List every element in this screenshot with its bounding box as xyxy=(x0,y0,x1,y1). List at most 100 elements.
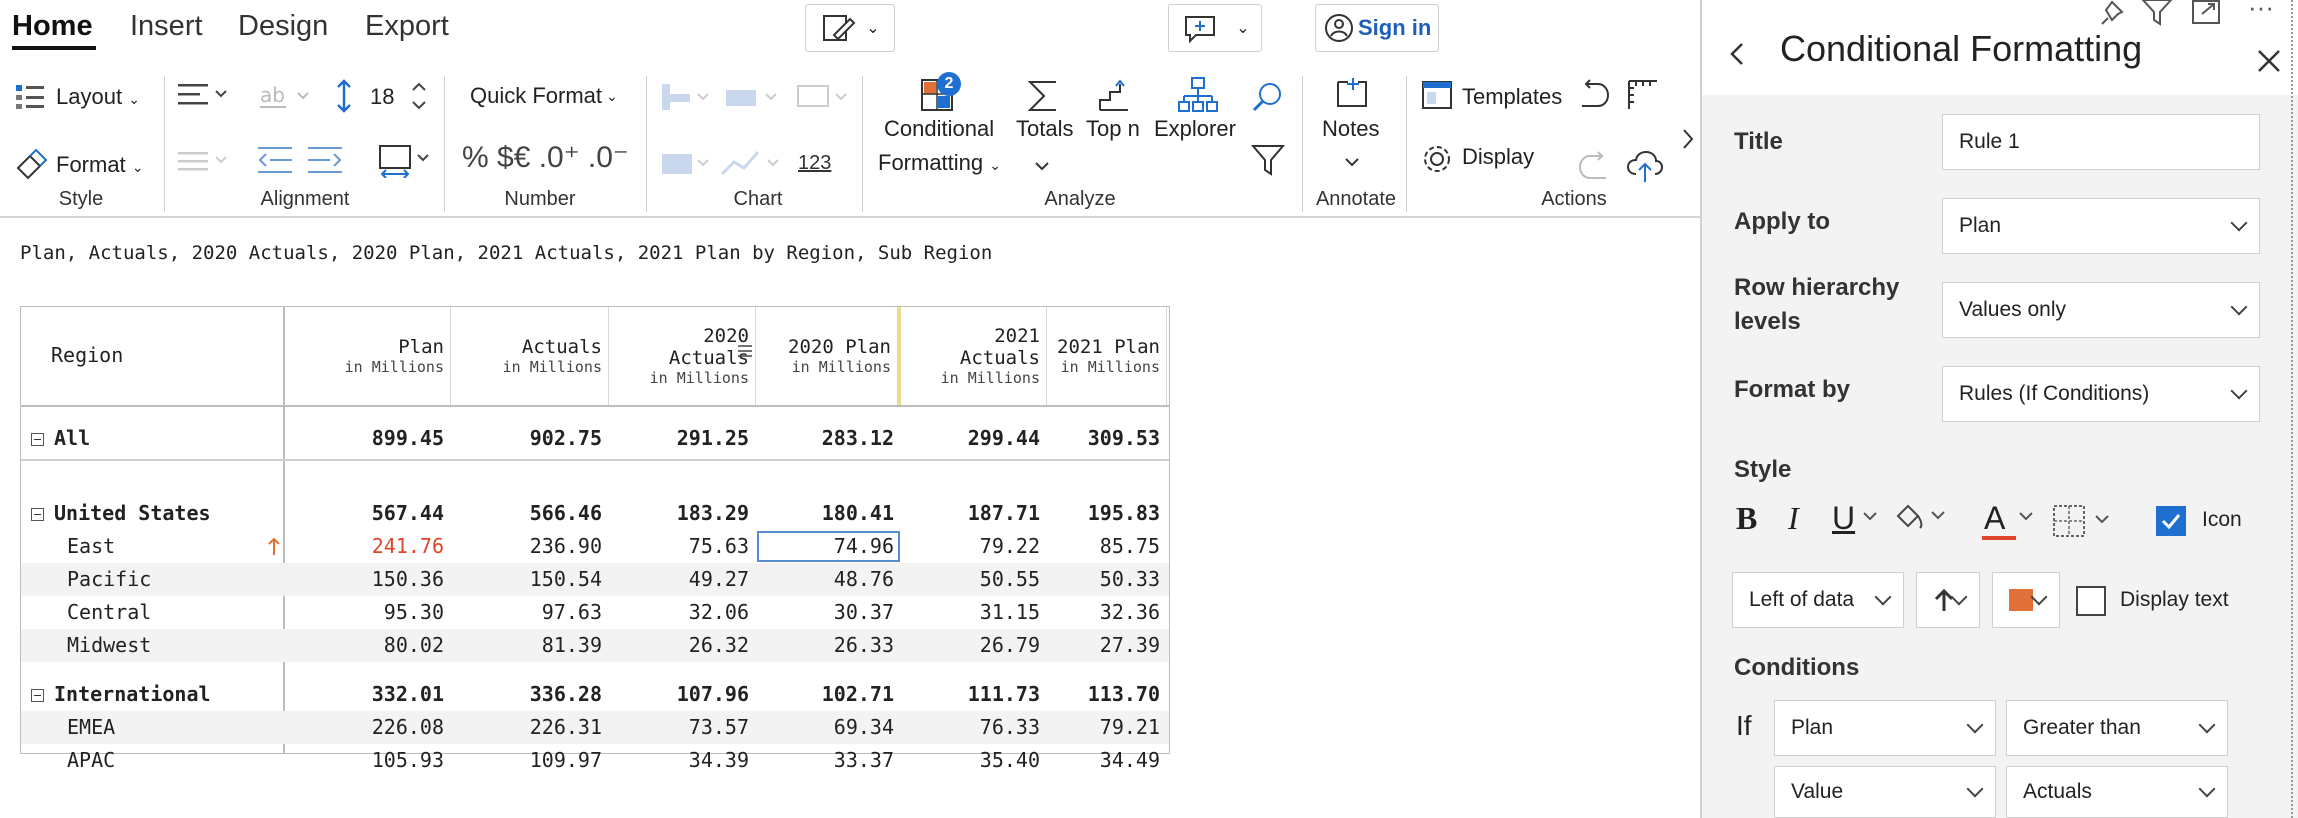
collapse-icon[interactable] xyxy=(31,689,44,702)
edit-mode-button[interactable]: ⌄ xyxy=(805,4,895,52)
format-by-select[interactable]: Rules (If Conditions) xyxy=(1942,366,2260,422)
italic-button[interactable]: I xyxy=(1788,500,1799,537)
column-menu-icon[interactable] xyxy=(737,343,753,363)
column-header[interactable]: Actuals in Millions xyxy=(451,307,609,405)
row-levels-select[interactable]: Values only xyxy=(1942,282,2260,338)
explorer-icon[interactable] xyxy=(1178,76,1218,119)
table-cell[interactable]: 109.97 xyxy=(451,744,609,777)
top-n-button[interactable]: Top n xyxy=(1086,116,1140,142)
table-cell[interactable]: 80.02 xyxy=(283,629,451,662)
column-header[interactable]: 2020 Actuals in Millions xyxy=(609,307,756,405)
table-cell[interactable]: 291.25 xyxy=(609,422,756,455)
stepper-icon[interactable] xyxy=(410,76,428,121)
column-header[interactable]: 2021 Actuals in Millions xyxy=(901,307,1047,405)
table-cell[interactable]: 79.22 xyxy=(901,530,1047,563)
totals-button[interactable]: Totals xyxy=(1016,116,1073,142)
table-cell[interactable]: 241.76 xyxy=(283,530,451,563)
gear-icon[interactable] xyxy=(1420,142,1454,181)
notes-button[interactable]: Notes xyxy=(1322,116,1379,142)
table-cell[interactable]: 81.39 xyxy=(451,629,609,662)
table-cell[interactable]: 30.37 xyxy=(756,596,901,629)
fill-color-icon[interactable] xyxy=(1892,500,1950,541)
table-cell[interactable]: 236.90 xyxy=(451,530,609,563)
indent-menu-icon[interactable] xyxy=(176,146,232,181)
display-button[interactable]: Display xyxy=(1462,144,1534,170)
table-cell[interactable]: 32.36 xyxy=(1047,596,1167,629)
table-cell[interactable]: 79.21 xyxy=(1047,711,1167,744)
table-group-row[interactable]: United States 567.44 566.46 183.29 180.41 187… xyxy=(21,497,1169,530)
table-cell[interactable]: 332.01 xyxy=(283,678,451,711)
icon-color-select[interactable] xyxy=(1992,572,2060,628)
top-n-icon[interactable] xyxy=(1096,78,1132,119)
table-cell[interactable]: 74.96 xyxy=(756,530,901,563)
search-icon[interactable] xyxy=(1250,80,1286,121)
table-cell[interactable]: 26.79 xyxy=(901,629,1047,662)
chevron-down-icon[interactable] xyxy=(2018,510,2034,528)
collapse-icon[interactable] xyxy=(31,508,44,521)
layout-button[interactable]: Layout ⌄ xyxy=(56,84,140,110)
notes-icon[interactable] xyxy=(1334,76,1370,117)
close-icon[interactable] xyxy=(2256,48,2282,79)
format-button[interactable]: Format ⌄ xyxy=(56,152,144,178)
panel-scrollbar[interactable] xyxy=(2291,0,2296,818)
table-cell[interactable]: 150.54 xyxy=(451,563,609,596)
icon-checkbox[interactable] xyxy=(2156,506,2186,536)
conditional-formatting-dropdown[interactable]: Formatting ⌄ xyxy=(878,150,1001,176)
table-row[interactable]: Pacific 150.36 150.54 49.27 48.76 50.55 50.33 xyxy=(21,563,1169,596)
collapse-icon[interactable] xyxy=(31,433,44,446)
table-cell[interactable]: 567.44 xyxy=(283,497,451,530)
pin-icon[interactable] xyxy=(2098,0,2132,31)
condition-compare-select[interactable]: Actuals xyxy=(2006,766,2228,818)
table-cell[interactable]: 73.57 xyxy=(609,711,756,744)
templates-icon[interactable] xyxy=(1420,78,1454,117)
column-width-icon[interactable] xyxy=(376,142,436,183)
conditional-formatting-label[interactable]: Conditional xyxy=(884,116,994,142)
table-cell[interactable]: 105.93 xyxy=(283,744,451,777)
table-row[interactable]: EMEA 226.08 226.31 73.57 69.34 76.33 79.21 xyxy=(21,711,1169,744)
icon-shape-select[interactable] xyxy=(1916,572,1980,628)
table-cell[interactable]: 107.96 xyxy=(609,678,756,711)
sign-in-button[interactable]: Sign in xyxy=(1315,4,1439,52)
table-cell[interactable]: 31.15 xyxy=(901,596,1047,629)
chevron-right-icon[interactable] xyxy=(1680,126,1696,157)
redo-icon[interactable] xyxy=(1576,150,1612,189)
condition-field-select[interactable]: Plan xyxy=(1774,700,1996,756)
display-text-checkbox[interactable] xyxy=(2076,586,2106,616)
filter-icon[interactable] xyxy=(2140,0,2174,31)
cloud-upload-icon[interactable] xyxy=(1626,150,1664,189)
column-header[interactable]: Plan in Millions xyxy=(283,307,451,405)
column-header[interactable]: 2020 Plan in Millions xyxy=(756,307,901,405)
table-cell[interactable]: 97.63 xyxy=(451,596,609,629)
table-group-row[interactable]: All 899.45 902.75 291.25 283.12 299.44 309.53 xyxy=(21,422,1169,455)
table-cell[interactable]: 50.33 xyxy=(1047,563,1167,596)
table-cell[interactable]: 566.46 xyxy=(451,497,609,530)
table-cell[interactable]: 34.49 xyxy=(1047,744,1167,777)
table-row[interactable]: East 241.76 236.90 75.63 74.96 79.22 85.75 xyxy=(21,530,1169,563)
table-cell[interactable]: 180.41 xyxy=(756,497,901,530)
border-icon[interactable] xyxy=(2052,504,2116,543)
region-header[interactable]: Region xyxy=(51,343,123,367)
chart-type-icons[interactable] xyxy=(658,80,858,121)
table-cell[interactable]: 95.30 xyxy=(283,596,451,629)
table-cell[interactable]: 34.39 xyxy=(609,744,756,777)
table-row[interactable]: Central 95.30 97.63 32.06 30.37 31.15 32.36 xyxy=(21,596,1169,629)
back-icon[interactable] xyxy=(1728,38,1748,75)
title-input[interactable]: Rule 1 xyxy=(1942,114,2260,170)
quick-format-button[interactable]: Quick Format ⌄ xyxy=(456,76,632,116)
table-cell[interactable]: 75.63 xyxy=(609,530,756,563)
table-cell[interactable]: 26.32 xyxy=(609,629,756,662)
table-cell[interactable]: 187.71 xyxy=(901,497,1047,530)
font-color-button[interactable]: A xyxy=(1984,500,2005,537)
comment-button[interactable]: ⌄ xyxy=(1168,4,1262,52)
table-cell[interactable]: 283.12 xyxy=(756,422,901,455)
sigma-icon[interactable] xyxy=(1024,78,1062,119)
align-menu-icon[interactable] xyxy=(176,80,232,115)
font-size-value[interactable]: 18 xyxy=(370,84,394,110)
table-cell[interactable]: 336.28 xyxy=(451,678,609,711)
table-cell[interactable]: 309.53 xyxy=(1047,422,1167,455)
underline-button[interactable]: U xyxy=(1832,500,1855,537)
bold-button[interactable]: B xyxy=(1736,500,1757,537)
condition-operator-select[interactable]: Greater than xyxy=(2006,700,2228,756)
tab-design[interactable]: Design xyxy=(238,10,328,43)
table-row[interactable]: Midwest 80.02 81.39 26.32 26.33 26.79 27.39 xyxy=(21,629,1169,662)
